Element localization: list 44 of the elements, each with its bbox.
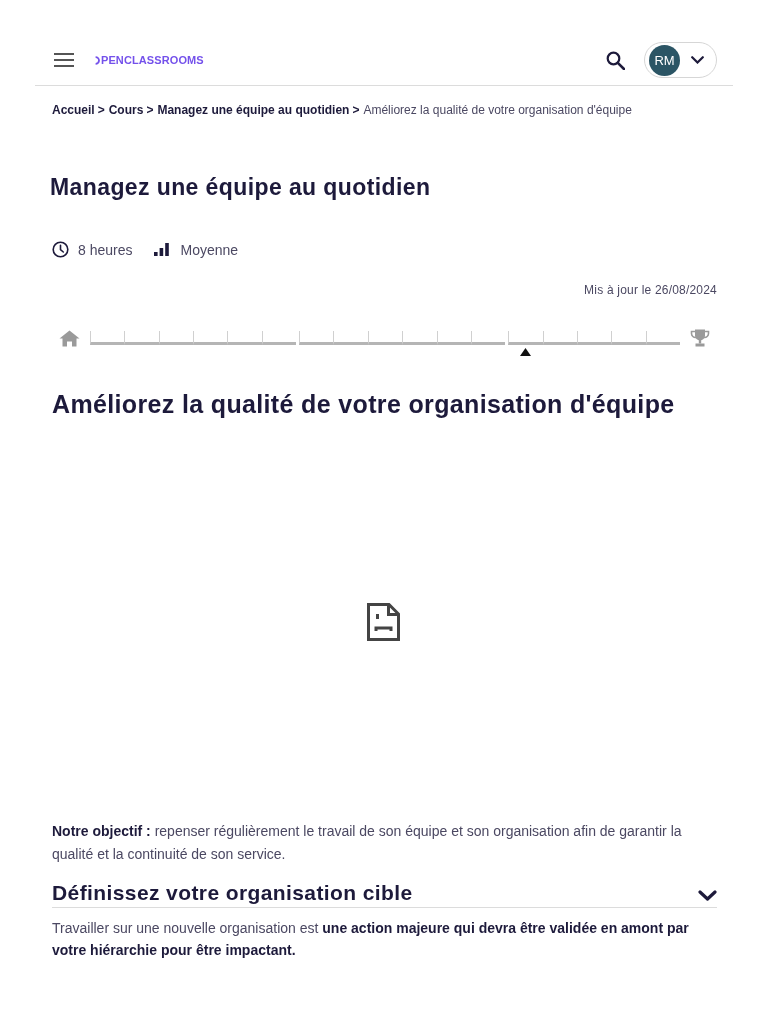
clock-icon <box>52 241 69 258</box>
objective-text: Notre objectif : repenser régulièrement le travail de son équipe et son organisation afin de garantir la qualité et la continuité de son service. <box>52 822 683 864</box>
chapter-segment[interactable] <box>90 331 125 345</box>
chapter-segment[interactable] <box>508 331 543 345</box>
trophy-icon[interactable] <box>690 329 710 347</box>
chapter-segment[interactable] <box>333 331 368 345</box>
breadcrumb-separator: > <box>352 103 360 117</box>
user-avatar: RM <box>649 44 680 76</box>
chapter-segment[interactable] <box>124 331 159 345</box>
chapter-segment[interactable] <box>611 331 646 345</box>
breadcrumb-link[interactable]: Accueil <box>52 103 95 117</box>
chapter-segment[interactable] <box>402 331 437 345</box>
chapter-segment[interactable] <box>158 331 194 345</box>
logo-link[interactable]: PENCLASSROOMS <box>95 54 204 66</box>
chapter-segment[interactable] <box>576 331 612 345</box>
chapter-title: Améliorez la qualité de votre organisation d'équipe <box>52 389 676 419</box>
chapter-segment[interactable] <box>227 331 262 345</box>
difficulty-bars-icon <box>154 243 170 256</box>
chapter-segment[interactable] <box>436 331 471 345</box>
course-duration: 8 heures <box>78 241 133 258</box>
broken-page-icon <box>366 602 400 641</box>
breadcrumb-separator: > <box>97 103 105 117</box>
chapter-segment[interactable] <box>261 331 297 345</box>
chevron-down-icon[interactable] <box>698 890 717 901</box>
chapter-segment[interactable] <box>470 331 506 345</box>
last-updated-date: Mis à jour le 26/08/2024 <box>584 283 717 297</box>
section-title: Définissez votre organisation cible <box>52 880 413 906</box>
chapter-segment[interactable] <box>367 331 403 345</box>
chapter-segment[interactable] <box>299 331 334 345</box>
chevron-down-icon <box>691 56 704 64</box>
breadcrumb-link[interactable]: Cours <box>108 103 144 117</box>
course-difficulty: Moyenne <box>180 241 239 258</box>
breadcrumb-link[interactable]: Managez une équipe au quotidien <box>157 103 350 117</box>
search-icon[interactable] <box>606 50 625 70</box>
chapter-segment[interactable] <box>542 331 577 345</box>
chapter-segment[interactable] <box>193 331 228 345</box>
half-ring-icon <box>95 55 100 65</box>
breadcrumb-current: Améliorez la qualité de votre organisation d'équipe <box>363 103 632 117</box>
menu-icon[interactable] <box>54 53 74 67</box>
chapter-segment[interactable] <box>645 331 681 345</box>
section-text: Travailler sur une nouvelle organisation est une action majeure qui devra être validée en amont par votre hiérarchie pour être impactant. <box>52 919 690 960</box>
home-icon[interactable] <box>59 330 80 347</box>
course-title: Managez une équipe au quotidien <box>50 174 432 200</box>
breadcrumb-separator: > <box>146 103 154 117</box>
